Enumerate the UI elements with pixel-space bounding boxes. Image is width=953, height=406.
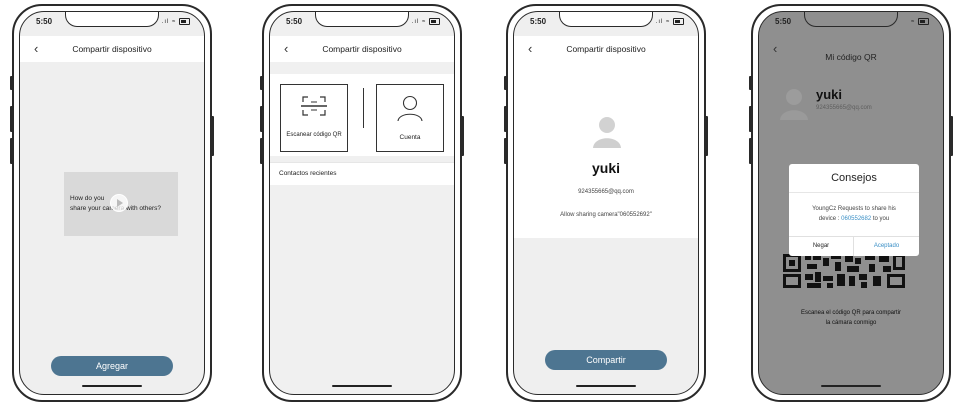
signal-icon: .ıl	[411, 19, 420, 26]
scan-qr-icon	[301, 96, 327, 116]
tips-dialog: Consejos YoungCz Requests to share his d…	[789, 164, 919, 256]
notch	[315, 12, 409, 27]
wifi-icon: ≈	[422, 19, 427, 26]
battery-icon	[179, 18, 190, 25]
home-indicator	[332, 385, 392, 387]
avatar	[780, 89, 808, 120]
screen-share-confirm: 5:50 .ıl ≈ ‹ Compartir dispositivo yuki …	[513, 11, 699, 395]
avatar	[593, 117, 621, 148]
status-icons: ≈	[911, 18, 929, 25]
status-time: 5:50	[36, 17, 53, 26]
home-indicator	[576, 385, 636, 387]
phone-frame-4: 5:50 ≈ ‹ Mi código QR yuki 924355665@qq.…	[749, 4, 953, 402]
account-option[interactable]: Cuenta	[376, 84, 444, 152]
deny-button[interactable]: Negar	[789, 237, 853, 256]
video-tutorial-card[interactable]: How do you share your camera with others…	[64, 172, 178, 236]
wifi-icon: ≈	[172, 19, 177, 26]
phone-frame-3: 5:50 .ıl ≈ ‹ Compartir dispositivo yuki …	[504, 4, 708, 402]
phone-frame-2: 5:50 .ıl ≈ ‹ Compartir dispositivo Escan…	[260, 4, 464, 402]
user-email: 924355665@qq.com	[578, 189, 634, 195]
notch	[559, 12, 653, 27]
battery-icon	[429, 18, 440, 25]
battery-icon	[918, 18, 929, 25]
user-card: ‹ Compartir dispositivo yuki 924355665@q…	[514, 36, 698, 238]
notch	[65, 12, 159, 27]
user-icon	[397, 95, 423, 121]
divider	[363, 88, 364, 128]
share-button[interactable]: Compartir	[545, 350, 667, 370]
screen-my-qr: 5:50 ≈ ‹ Mi código QR yuki 924355665@qq.…	[758, 11, 944, 395]
signal-icon: .ıl	[161, 19, 170, 26]
navbar: ‹ Compartir dispositivo	[20, 36, 204, 62]
page-title: Mi código QR	[825, 52, 877, 62]
account-label: Cuenta	[399, 134, 421, 141]
add-button[interactable]: Agregar	[51, 356, 173, 376]
user-name: yuki	[816, 87, 843, 102]
play-icon[interactable]	[110, 194, 128, 212]
page-title: Compartir dispositivo	[72, 44, 152, 54]
dialog-divider	[789, 192, 919, 193]
status-time: 5:50	[286, 17, 303, 26]
qr-code	[783, 254, 905, 288]
status-time: 5:50	[530, 17, 547, 26]
screen-share-intro: 5:50 .ıl ≈ ‹ Compartir dispositivo How d…	[19, 11, 205, 395]
dialog-message-line-2: device : 060552682 to you	[789, 214, 919, 224]
share-options-panel: Escanear código QR Cuenta	[270, 74, 454, 156]
home-indicator	[82, 385, 142, 387]
signal-icon: .ıl	[655, 19, 664, 26]
screen-share-options: 5:50 .ıl ≈ ‹ Compartir dispositivo Escan…	[269, 11, 455, 395]
dialog-device-id: 060552682	[841, 216, 872, 222]
scan-hint-line-2: la cámara conmigo	[825, 320, 877, 326]
phone-frame-1: 5:50 .ıl ≈ ‹ Compartir dispositivo How d…	[10, 4, 214, 402]
navbar: ‹ Compartir dispositivo	[270, 36, 454, 62]
scan-hint-line-1: Escanea el código QR para compartir	[800, 310, 902, 316]
allow-sharing-text: Allow sharing camera"060552692"	[560, 212, 652, 218]
status-time: 5:50	[775, 17, 792, 26]
scan-qr-label: Escanear código QR	[286, 132, 342, 138]
dialog-message-prefix: device :	[818, 216, 840, 222]
user-name: yuki	[591, 160, 620, 176]
dialog-message-line-1: YoungCz Requests to share his	[812, 206, 896, 212]
recent-contacts-header: Contactos recientes	[270, 162, 454, 185]
scan-hint: Escanea el código QR para compartir la c…	[759, 308, 943, 328]
page-title: Compartir dispositivo	[322, 44, 402, 54]
wifi-icon: ≈	[666, 19, 671, 26]
home-indicator	[821, 385, 881, 387]
status-icons: .ıl ≈	[412, 18, 440, 25]
scan-qr-option[interactable]: Escanear código QR	[280, 84, 348, 152]
dialog-message-suffix: to you	[872, 216, 890, 222]
user-email: 924355665@qq.com	[816, 105, 872, 111]
notch	[804, 12, 898, 27]
status-icons: .ıl ≈	[656, 18, 684, 25]
dialog-message: YoungCz Requests to share his device : 0…	[789, 204, 919, 224]
wifi-icon: ≈	[911, 19, 916, 26]
recent-contacts-label: Contactos recientes	[279, 170, 337, 177]
accept-button[interactable]: Aceptado	[854, 237, 919, 256]
dialog-title: Consejos	[831, 172, 877, 184]
status-icons: .ıl ≈	[162, 18, 190, 25]
page-title: Compartir dispositivo	[566, 44, 646, 54]
battery-icon	[673, 18, 684, 25]
